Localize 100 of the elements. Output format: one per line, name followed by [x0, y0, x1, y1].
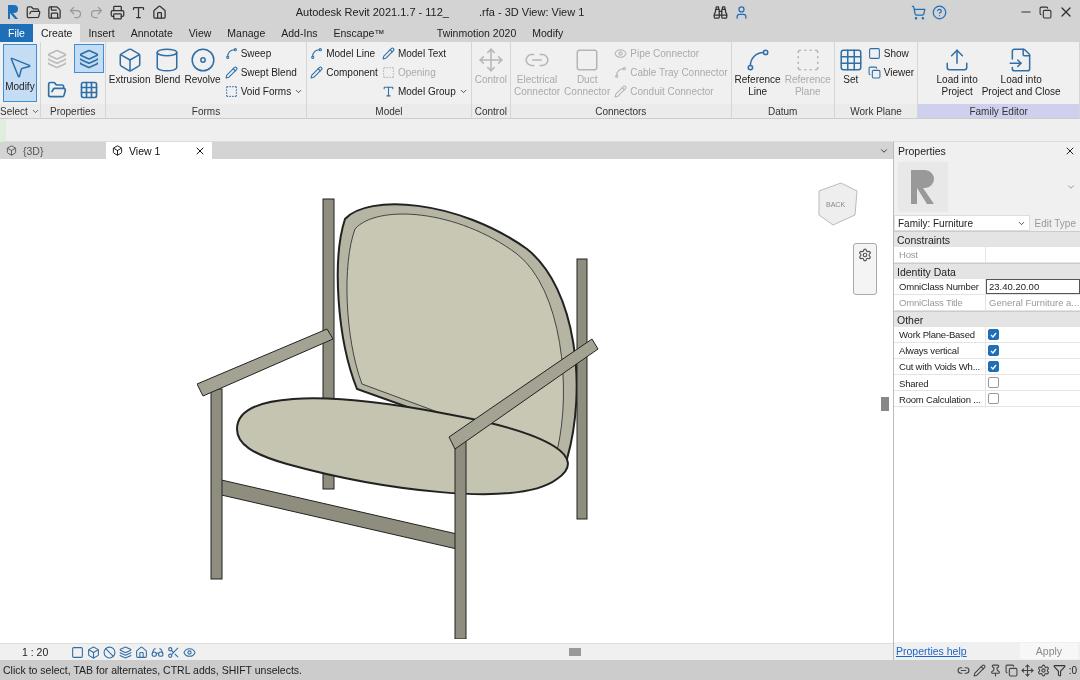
app-logo-icon[interactable]	[6, 4, 20, 20]
print-icon[interactable]	[110, 4, 125, 20]
scrollbar-thumb[interactable]	[881, 397, 889, 411]
square-icon	[574, 47, 601, 73]
open-icon[interactable]	[26, 4, 41, 20]
panel-label: Model	[307, 104, 471, 118]
ribbon-tool-button[interactable]: Viewer	[865, 66, 917, 79]
ribbon-tab[interactable]: Annotate	[122, 24, 181, 42]
home-icon[interactable]	[152, 4, 167, 20]
panel-label: Control	[471, 104, 510, 118]
ribbon-tool-button[interactable]: Void Forms	[222, 85, 306, 98]
help-icon[interactable]	[932, 4, 947, 20]
tool-icon	[381, 66, 395, 79]
scale-label[interactable]: 1 : 20	[22, 646, 49, 658]
selection-option-icon[interactable]	[1036, 663, 1050, 677]
ribbon-tool-button[interactable]: Set	[835, 44, 866, 89]
view-control-icon[interactable]	[151, 645, 165, 659]
selection-option-icon[interactable]	[972, 663, 986, 677]
panel-label: Connectors	[510, 104, 731, 118]
folder-icon	[46, 79, 67, 100]
property-label: OmniClass Title	[898, 297, 963, 308]
ribbon-tool-button[interactable]: Modify	[3, 44, 37, 102]
ribbon-tool-button[interactable]: Load into Project	[934, 44, 980, 101]
ribbon-tool-button[interactable]: Sweep	[222, 47, 306, 60]
ribbon-tool-button[interactable]: Show	[865, 47, 917, 60]
ribbon-tab[interactable]: View	[180, 24, 220, 42]
group-header[interactable]: Identity Data	[894, 263, 1080, 279]
upload-icon	[944, 47, 971, 73]
selection-option-icon[interactable]	[1020, 663, 1034, 677]
group-header[interactable]: Other	[894, 311, 1080, 327]
view-control-icon[interactable]	[135, 645, 149, 659]
view-control-icon[interactable]	[103, 645, 117, 659]
caret-icon[interactable]	[879, 146, 889, 156]
cube-icon	[6, 145, 17, 156]
ribbon-tool-button[interactable]: Swept Blend	[222, 66, 306, 79]
view-control-icon[interactable]	[71, 645, 85, 659]
ribbon-tab[interactable]: Enscape™	[325, 24, 393, 42]
checkbox[interactable]	[988, 377, 999, 388]
selection-option-icon[interactable]	[1004, 663, 1018, 677]
ribbon-tool-button[interactable]: Revolve	[182, 44, 223, 89]
layers-icon	[78, 48, 99, 69]
tool-icon	[224, 47, 238, 60]
tool-icon	[310, 47, 324, 60]
input-field[interactable]: 23.40.20.00	[986, 279, 1080, 294]
text-icon[interactable]	[131, 4, 146, 20]
layers-icon	[46, 48, 67, 69]
ribbon-tool-button[interactable]: Model Line	[308, 47, 380, 60]
ribbon-tool-button[interactable]: Blend	[152, 44, 183, 89]
checkbox[interactable]	[988, 393, 999, 404]
type-selector[interactable]: Family: Furniture	[894, 215, 1031, 231]
selection-option-icon[interactable]	[988, 663, 1002, 677]
checkbox[interactable]	[988, 329, 999, 340]
filter-count: :0	[1068, 664, 1077, 676]
ribbon-tool-button[interactable]: Component	[308, 66, 380, 79]
view-control-icon[interactable]	[167, 645, 181, 659]
view-control-icon[interactable]	[183, 645, 197, 659]
ribbon-tab[interactable]: Create	[32, 24, 81, 42]
user-icon[interactable]	[734, 4, 749, 20]
view-control-icon[interactable]	[119, 645, 133, 659]
ribbon-tab[interactable]: Insert	[80, 24, 123, 42]
ribbon-tool-button[interactable]: Extrusion	[106, 44, 153, 89]
property-label: Work Plane-Based	[898, 329, 975, 340]
type-preview-icon	[898, 162, 948, 212]
ribbon-icon-button[interactable]	[73, 44, 104, 73]
move-arrows-icon	[477, 47, 504, 73]
cube-icon	[112, 145, 123, 156]
cart-icon[interactable]	[911, 4, 926, 20]
filter-icon[interactable]	[1052, 663, 1066, 677]
ribbon-tool-button[interactable]: Model Text	[379, 47, 470, 60]
navigation-bar[interactable]	[853, 243, 877, 295]
view-tab[interactable]: View 1	[106, 142, 212, 159]
scrollbar-thumb[interactable]	[569, 648, 582, 656]
group-header[interactable]: Constraints	[894, 231, 1080, 247]
ribbon-tab[interactable]: File	[0, 24, 33, 42]
checkbox[interactable]	[988, 361, 999, 372]
save-icon[interactable]	[47, 4, 62, 20]
panel-label: Properties	[40, 104, 105, 118]
ribbon-tool-button[interactable]: Reference Line	[732, 44, 783, 101]
restore-icon[interactable]	[1039, 5, 1052, 19]
tool-icon	[614, 47, 628, 60]
ribbon-tab[interactable]: Add-Ins	[273, 24, 326, 42]
cylinder-icon	[154, 47, 181, 73]
caret-icon	[458, 87, 468, 96]
view-control-icon[interactable]	[87, 645, 101, 659]
binoculars-icon[interactable]	[713, 4, 728, 20]
disc-icon	[189, 47, 216, 73]
checkbox[interactable]	[988, 345, 999, 356]
ribbon-tab[interactable]: Manage	[219, 24, 274, 42]
ribbon-tool-button[interactable]: Load into Project and Close	[979, 44, 1063, 101]
properties-help-link[interactable]: Properties help	[896, 645, 967, 657]
tool-icon	[614, 85, 628, 98]
tool-icon	[224, 85, 238, 98]
ribbon-tab[interactable]: Modify	[524, 24, 572, 42]
ribbon-tool-button[interactable]: Model Group	[379, 85, 470, 98]
panel-label: Datum	[731, 104, 834, 118]
panel-title: Properties	[898, 144, 946, 157]
cube-icon	[116, 47, 143, 73]
property-label: Room Calculation ...	[898, 394, 981, 405]
ribbon-tab[interactable]: Twinmotion 2020	[428, 24, 525, 42]
tool-icon	[867, 47, 881, 60]
